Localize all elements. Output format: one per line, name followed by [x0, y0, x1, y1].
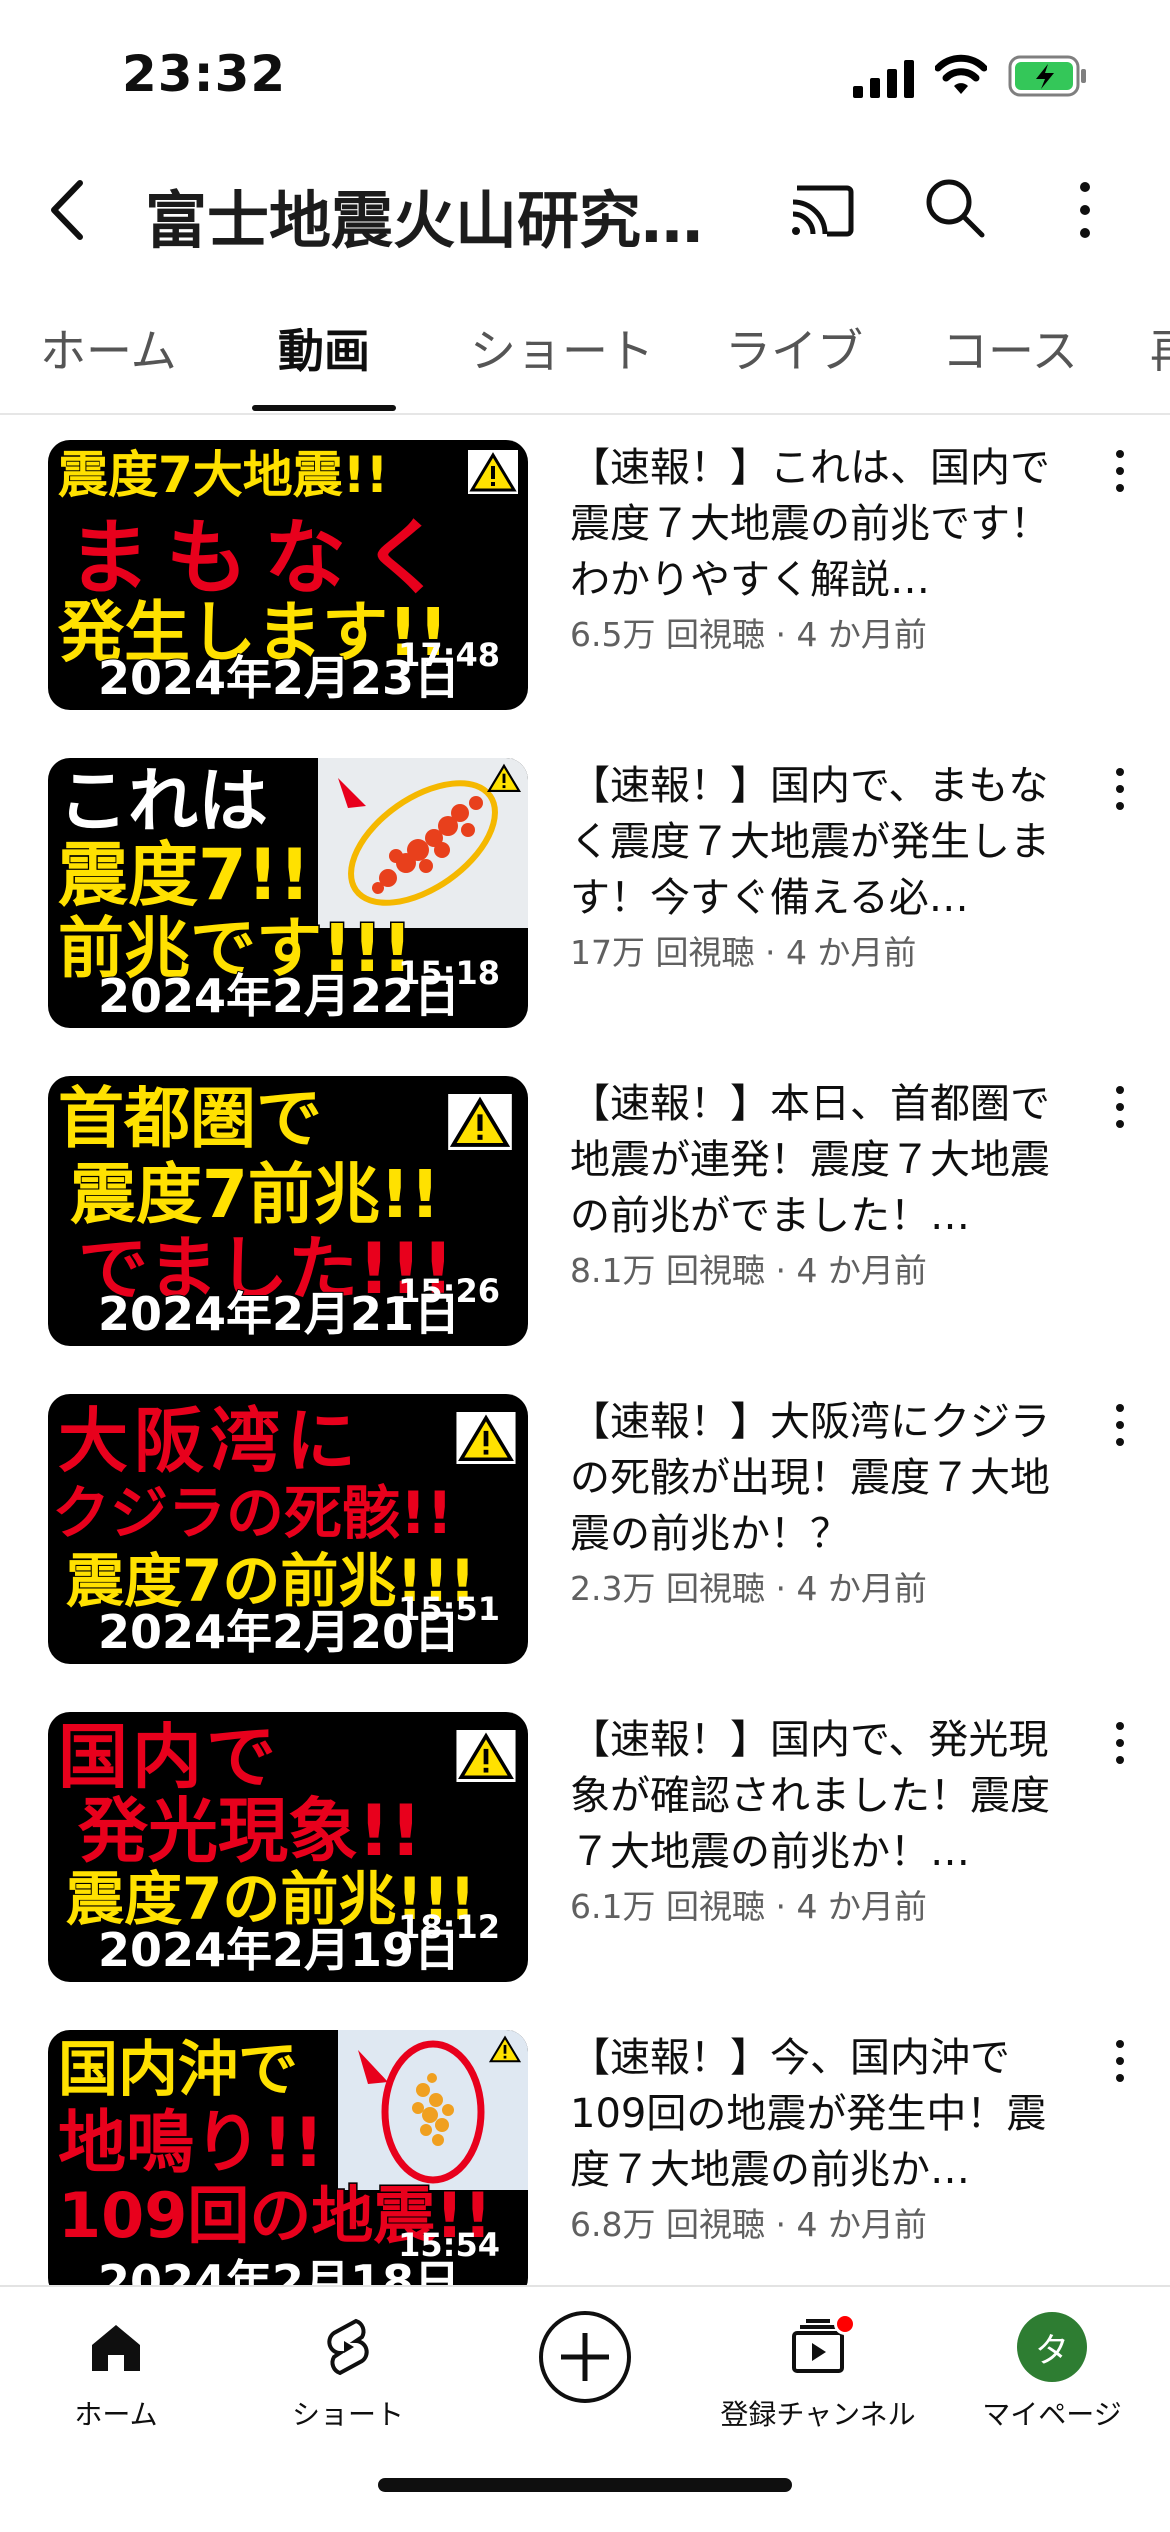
- create-plus-icon: [539, 2311, 631, 2403]
- video-more-icon[interactable]: [1110, 1718, 1130, 1768]
- video-more-icon[interactable]: [1110, 446, 1130, 496]
- nav-create[interactable]: [485, 2307, 685, 2407]
- nav-mypage[interactable]: タ マイページ: [952, 2307, 1152, 2433]
- nav-mypage-label: マイページ: [982, 2398, 1122, 2431]
- video-item[interactable]: 首都圏で 震度7前兆!! でました!!! 2024年2月21日 15:26 【速…: [0, 1076, 1170, 1376]
- tab-courses[interactable]: コース: [942, 315, 1078, 381]
- thumb-text: 首都圏で: [57, 1080, 324, 1157]
- channel-header: 富士地震火山研究…: [0, 150, 1170, 270]
- clock: 23:32: [122, 45, 287, 103]
- video-meta: 【速報！】これは、国内で震度７大地震の前兆です！わかりやすく解説… 6.5万 回…: [570, 440, 1080, 656]
- wifi-icon: [935, 54, 987, 94]
- video-thumbnail[interactable]: 首都圏で 震度7前兆!! でました!!! 2024年2月21日 15:26: [48, 1076, 528, 1346]
- video-more-icon[interactable]: [1110, 764, 1130, 814]
- video-stats: 6.5万 回視聴 · 4 か月前: [570, 615, 927, 654]
- nav-shorts-label: ショート: [291, 2398, 404, 2431]
- search-icon[interactable]: [922, 175, 988, 241]
- video-title[interactable]: 【速報！】本日、首都圏で地震が連発！震度７大地震の前兆がでました！…: [570, 1076, 1080, 1244]
- active-tab-indicator: [252, 405, 396, 411]
- video-meta: 【速報！】国内で、発光現象が確認されました！震度７大地震の前兆か！… 6.1万 …: [570, 1712, 1080, 1928]
- nav-home[interactable]: ホーム: [16, 2307, 216, 2433]
- warning-icon: [488, 2035, 522, 2063]
- video-meta: 【速報！】本日、首都圏で地震が連発！震度７大地震の前兆がでました！… 8.1万 …: [570, 1076, 1080, 1292]
- video-more-icon[interactable]: [1110, 1082, 1130, 1132]
- status-bar: 23:32: [0, 0, 1170, 150]
- video-thumbnail[interactable]: 国内沖で 地鳴り!! 109回の地震!! 2024年2月18日 15:54: [48, 2030, 528, 2300]
- tab-shorts[interactable]: ショート: [470, 315, 654, 381]
- video-duration: 15:54: [398, 2226, 500, 2264]
- video-stats: 6.8万 回視聴 · 4 か月前: [570, 2205, 927, 2244]
- warning-icon: [456, 1412, 516, 1464]
- warning-icon: [448, 1094, 512, 1150]
- thumb-text: 発光現象!!: [77, 1790, 424, 1872]
- video-stats: 6.1万 回視聴 · 4 か月前: [570, 1887, 927, 1926]
- thumb-text: 国内沖で: [57, 2035, 300, 2105]
- video-duration: 15:51: [398, 1590, 500, 1628]
- video-item[interactable]: これは 震度7!! 前兆です!!! 2024年2月22日 15:18 【速報！】…: [0, 758, 1170, 1058]
- thumb-text: 震度7前兆!!: [68, 1156, 441, 1233]
- tab-home[interactable]: ホーム: [40, 315, 177, 381]
- video-title[interactable]: 【速報！】これは、国内で震度７大地震の前兆です！わかりやすく解説…: [570, 440, 1080, 608]
- nav-subscriptions-label: 登録チャンネル: [720, 2398, 916, 2431]
- channel-tabs: ホーム 動画 ショート ライブ コース 再: [0, 305, 1170, 415]
- map-graphic: [338, 2030, 528, 2190]
- thumb-text: 震度7大地震!!: [56, 446, 389, 504]
- thumb-text: クジラの死骸!!: [51, 1479, 455, 1547]
- warning-icon: [468, 450, 518, 494]
- battery-charging-icon: [1008, 55, 1086, 97]
- more-vert-icon[interactable]: [1065, 175, 1105, 245]
- video-meta: 【速報！】国内で、まもなく震度７大地震が発生します！今すぐ備える必… 17万 回…: [570, 758, 1080, 974]
- video-more-icon[interactable]: [1110, 1400, 1130, 1450]
- video-meta: 【速報！】今、国内沖で109回の地震が発生中！震度７大地震の前兆か… 6.8万 …: [570, 2030, 1080, 2246]
- cast-icon[interactable]: [787, 180, 857, 240]
- video-stats: 17万 回視聴 · 4 か月前: [570, 933, 917, 972]
- avatar: タ: [1017, 2312, 1087, 2382]
- warning-icon: [456, 1730, 516, 1782]
- shorts-icon: [327, 2318, 369, 2376]
- video-duration: 15:18: [398, 954, 500, 992]
- bottom-nav: ホーム ショート 登録チャンネル タ マイページ: [0, 2285, 1170, 2532]
- thumb-text: 大阪湾に: [57, 1400, 362, 1482]
- thumb-text: まもなく: [66, 511, 461, 606]
- home-indicator[interactable]: [378, 2478, 792, 2492]
- warning-icon: [486, 763, 522, 793]
- notification-dot: [834, 2313, 856, 2335]
- thumb-text: 震度7!!: [57, 834, 313, 916]
- video-item[interactable]: 大阪湾に クジラの死骸!! 震度7の前兆!!! 2024年2月20日 15:51…: [0, 1394, 1170, 1694]
- nav-shorts[interactable]: ショート: [248, 2307, 448, 2433]
- channel-title: 富士地震火山研究…: [145, 184, 704, 257]
- tab-videos[interactable]: 動画: [278, 315, 370, 381]
- video-more-icon[interactable]: [1110, 2036, 1130, 2086]
- thumb-text: 国内で: [57, 1716, 280, 1798]
- cellular-signal-icon: [853, 60, 914, 98]
- tab-live[interactable]: ライブ: [725, 315, 863, 381]
- tab-playlists[interactable]: 再: [1150, 315, 1170, 381]
- video-title[interactable]: 【速報！】国内で、発光現象が確認されました！震度７大地震の前兆か！…: [570, 1712, 1080, 1880]
- video-duration: 15:26: [398, 1272, 500, 1310]
- video-stats: 2.3万 回視聴 · 4 か月前: [570, 1569, 927, 1608]
- thumb-text: これは: [57, 760, 270, 842]
- home-icon: [92, 2325, 140, 2371]
- video-item[interactable]: 震度7大地震!! まもなく 発生します!! 2024年2月23日 17:48 【…: [0, 440, 1170, 740]
- video-title[interactable]: 【速報！】国内で、まもなく震度７大地震が発生します！今すぐ備える必…: [570, 758, 1080, 926]
- video-thumbnail[interactable]: これは 震度7!! 前兆です!!! 2024年2月22日 15:18: [48, 758, 528, 1028]
- video-title[interactable]: 【速報！】大阪湾にクジラの死骸が出現！震度７大地震の前兆か！？: [570, 1394, 1080, 1562]
- back-arrow-icon[interactable]: [40, 175, 100, 245]
- nav-home-label: ホーム: [74, 2398, 158, 2431]
- video-duration: 17:48: [398, 636, 500, 674]
- nav-subscriptions[interactable]: 登録チャンネル: [718, 2307, 918, 2433]
- video-title[interactable]: 【速報！】今、国内沖で109回の地震が発生中！震度７大地震の前兆か…: [570, 2030, 1080, 2198]
- map-graphic: [318, 758, 528, 928]
- video-meta: 【速報！】大阪湾にクジラの死骸が出現！震度７大地震の前兆か！？ 2.3万 回視聴…: [570, 1394, 1080, 1610]
- video-stats: 8.1万 回視聴 · 4 か月前: [570, 1251, 927, 1290]
- video-item[interactable]: 国内で 発光現象!! 震度7の前兆!!! 2024年2月19日 18:12 【速…: [0, 1712, 1170, 2012]
- video-thumbnail[interactable]: 震度7大地震!! まもなく 発生します!! 2024年2月23日 17:48: [48, 440, 528, 710]
- video-duration: 18:12: [398, 1908, 500, 1946]
- video-thumbnail[interactable]: 大阪湾に クジラの死骸!! 震度7の前兆!!! 2024年2月20日 15:51: [48, 1394, 528, 1664]
- thumb-text: 地鳴り!!: [56, 2104, 325, 2183]
- video-thumbnail[interactable]: 国内で 発光現象!! 震度7の前兆!!! 2024年2月19日 18:12: [48, 1712, 528, 1982]
